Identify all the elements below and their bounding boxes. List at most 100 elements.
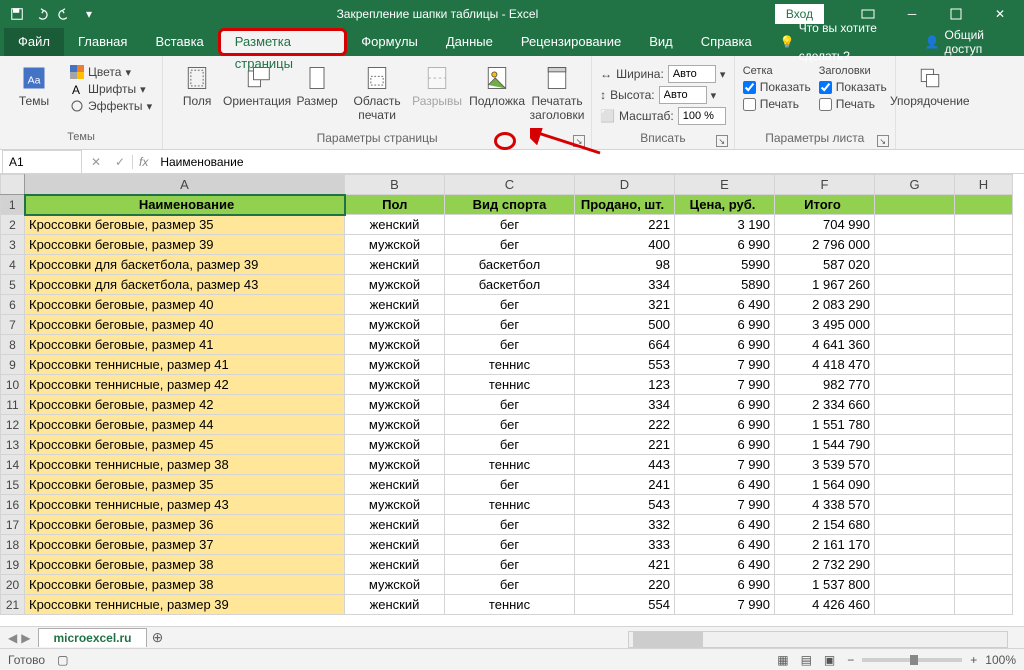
data-cell[interactable]: 4 418 470 (775, 355, 875, 375)
header-cell[interactable]: Цена, руб. (675, 195, 775, 215)
size-button[interactable]: Размер (289, 60, 345, 108)
data-cell[interactable]: Кроссовки беговые, размер 45 (25, 435, 345, 455)
row-header-8[interactable]: 8 (1, 335, 25, 355)
zoom-in-button[interactable]: + (970, 653, 977, 667)
data-cell[interactable]: женский (345, 595, 445, 615)
data-cell[interactable]: Кроссовки теннисные, размер 38 (25, 455, 345, 475)
data-cell[interactable]: 6 490 (675, 515, 775, 535)
data-cell[interactable]: 6 990 (675, 395, 775, 415)
data-cell[interactable]: Кроссовки беговые, размер 35 (25, 475, 345, 495)
gridlines-print-checkbox[interactable] (743, 98, 756, 111)
data-cell[interactable]: 241 (575, 475, 675, 495)
data-cell[interactable]: мужской (345, 415, 445, 435)
view-normal-icon[interactable]: ▦ (777, 653, 788, 667)
data-cell[interactable]: мужской (345, 495, 445, 515)
tab-home[interactable]: Главная (64, 28, 141, 56)
col-header-B[interactable]: B (345, 175, 445, 195)
data-cell[interactable]: 333 (575, 535, 675, 555)
data-cell[interactable]: 443 (575, 455, 675, 475)
col-header-F[interactable]: F (775, 175, 875, 195)
arrange-button[interactable]: Упорядочение (902, 60, 958, 108)
data-cell[interactable]: женский (345, 475, 445, 495)
fonts-button[interactable]: AШрифты ▾ (66, 81, 156, 97)
row-header-2[interactable]: 2 (1, 215, 25, 235)
data-cell[interactable]: 500 (575, 315, 675, 335)
data-cell[interactable]: женский (345, 215, 445, 235)
data-cell[interactable]: 221 (575, 435, 675, 455)
row-header-15[interactable]: 15 (1, 475, 25, 495)
row-header-18[interactable]: 18 (1, 535, 25, 555)
qat-dropdown-icon[interactable]: ▾ (78, 3, 100, 25)
sheet-nav-next-icon[interactable]: ▶ (21, 631, 30, 645)
data-cell[interactable]: бег (445, 435, 575, 455)
data-cell[interactable]: Кроссовки беговые, размер 41 (25, 335, 345, 355)
data-cell[interactable]: Кроссовки теннисные, размер 43 (25, 495, 345, 515)
undo-icon[interactable] (30, 3, 52, 25)
tab-view[interactable]: Вид (635, 28, 687, 56)
col-header-G[interactable]: G (875, 175, 955, 195)
data-cell[interactable]: мужской (345, 395, 445, 415)
data-cell[interactable]: 6 490 (675, 535, 775, 555)
data-cell[interactable]: бег (445, 235, 575, 255)
data-cell[interactable]: 1 967 260 (775, 275, 875, 295)
data-cell[interactable]: 400 (575, 235, 675, 255)
data-cell[interactable]: мужской (345, 375, 445, 395)
sheet-tab[interactable]: microexcel.ru (38, 628, 146, 647)
row-header-19[interactable]: 19 (1, 555, 25, 575)
data-cell[interactable]: 220 (575, 575, 675, 595)
tab-file[interactable]: Файл (4, 28, 64, 56)
select-all-cell[interactable] (1, 175, 25, 195)
row-header-7[interactable]: 7 (1, 315, 25, 335)
data-cell[interactable]: 2 083 290 (775, 295, 875, 315)
data-cell[interactable]: бег (445, 575, 575, 595)
data-cell[interactable]: женский (345, 535, 445, 555)
data-cell[interactable]: 7 990 (675, 355, 775, 375)
close-icon[interactable]: ✕ (980, 0, 1020, 28)
zoom-slider[interactable] (862, 658, 962, 662)
data-cell[interactable]: Кроссовки беговые, размер 40 (25, 315, 345, 335)
data-cell[interactable]: бег (445, 515, 575, 535)
themes-button[interactable]: AaТемы (6, 60, 62, 108)
header-cell[interactable]: Продано, шт. (575, 195, 675, 215)
fx-cancel-icon[interactable]: ✕ (84, 155, 108, 169)
row-header-3[interactable]: 3 (1, 235, 25, 255)
data-cell[interactable]: 2 732 290 (775, 555, 875, 575)
tab-review[interactable]: Рецензирование (507, 28, 635, 56)
data-cell[interactable]: бег (445, 335, 575, 355)
data-cell[interactable]: бег (445, 415, 575, 435)
data-cell[interactable]: 332 (575, 515, 675, 535)
row-header-11[interactable]: 11 (1, 395, 25, 415)
data-cell[interactable]: 6 990 (675, 315, 775, 335)
data-cell[interactable]: 1 544 790 (775, 435, 875, 455)
data-cell[interactable]: 321 (575, 295, 675, 315)
data-cell[interactable]: бег (445, 475, 575, 495)
data-cell[interactable]: 5890 (675, 275, 775, 295)
fx-icon[interactable]: fx (133, 155, 154, 169)
add-sheet-button[interactable]: ⊕ (147, 629, 169, 646)
col-header-D[interactable]: D (575, 175, 675, 195)
data-cell[interactable]: теннис (445, 375, 575, 395)
data-cell[interactable]: Кроссовки теннисные, размер 42 (25, 375, 345, 395)
data-cell[interactable]: бег (445, 215, 575, 235)
data-cell[interactable]: Кроссовки для баскетбола, размер 39 (25, 255, 345, 275)
data-cell[interactable]: 554 (575, 595, 675, 615)
data-cell[interactable]: Кроссовки теннисные, размер 39 (25, 595, 345, 615)
macro-record-icon[interactable]: ▢ (57, 653, 68, 667)
row-header-4[interactable]: 4 (1, 255, 25, 275)
data-cell[interactable]: 2 334 660 (775, 395, 875, 415)
data-cell[interactable]: 6 490 (675, 295, 775, 315)
data-cell[interactable]: 587 020 (775, 255, 875, 275)
data-cell[interactable]: 334 (575, 395, 675, 415)
data-cell[interactable]: теннис (445, 355, 575, 375)
width-input[interactable] (668, 65, 716, 83)
zoom-level[interactable]: 100% (985, 653, 1016, 667)
data-cell[interactable]: 123 (575, 375, 675, 395)
data-cell[interactable]: 5990 (675, 255, 775, 275)
data-cell[interactable]: баскетбол (445, 255, 575, 275)
header-cell[interactable]: Вид спорта (445, 195, 575, 215)
data-cell[interactable]: 4 338 570 (775, 495, 875, 515)
data-cell[interactable]: 4 426 460 (775, 595, 875, 615)
data-cell[interactable]: Кроссовки теннисные, размер 41 (25, 355, 345, 375)
row-header-9[interactable]: 9 (1, 355, 25, 375)
sheet-options-dialog-launcher[interactable]: ↘ (877, 135, 889, 147)
